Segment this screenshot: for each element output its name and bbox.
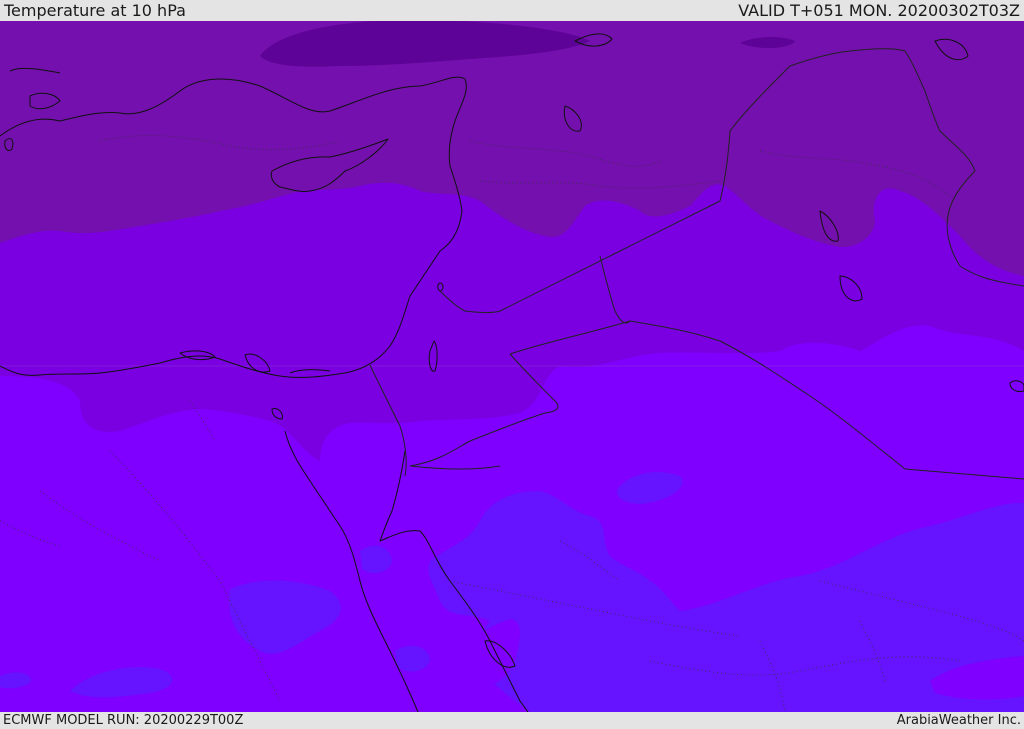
footer-bar: ECMWF MODEL RUN: 20200229T00Z ArabiaWeat… [0,712,1024,729]
model-run-label: ECMWF MODEL RUN: 20200229T00Z [3,713,244,728]
header-bar: Temperature at 10 hPa VALID T+051 MON. 2… [0,0,1024,21]
map-title: Temperature at 10 hPa [4,1,186,20]
credit-label: ArabiaWeather Inc. [896,713,1021,728]
valid-time-label: VALID T+051 MON. 20200302T03Z [738,1,1020,20]
weather-map[interactable] [0,21,1024,712]
